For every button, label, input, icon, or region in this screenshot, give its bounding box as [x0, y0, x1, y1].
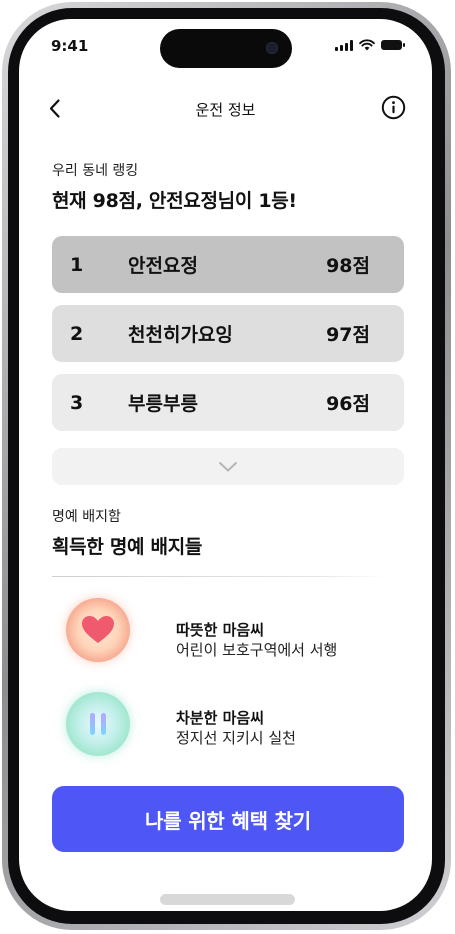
rank-name: 부릉부릉	[128, 393, 198, 415]
ranking-subtitle: 우리 동네 랭킹	[52, 163, 139, 179]
status-icons	[335, 39, 405, 51]
expand-ranking-button[interactable]	[52, 448, 404, 485]
section-divider	[52, 576, 387, 577]
wifi-icon	[359, 39, 375, 51]
app-screen: 9:41 운전 정보 우리 동네 랭킹 현재 98점, 안전요정님이 1등! 1…	[19, 19, 432, 911]
info-button[interactable]	[381, 95, 406, 120]
badge-title: 차분한 마음씨	[176, 709, 265, 727]
ranking-row[interactable]: 2 천천히가요잉 97점	[52, 305, 404, 362]
page-title: 운전 정보	[195, 101, 256, 119]
rank-number: 2	[70, 322, 84, 345]
badge-description: 어린이 보호구역에서 서행	[176, 641, 338, 659]
badge-calm-mind	[66, 692, 130, 756]
badge-title: 따뜻한 마음씨	[176, 621, 265, 639]
pause-icon	[90, 713, 106, 735]
find-benefits-button[interactable]: 나를 위한 혜택 찾기	[52, 786, 404, 852]
rank-name: 천천히가요잉	[128, 324, 233, 346]
rank-score: 98점	[326, 255, 370, 277]
badges-headline: 획득한 명예 배지들	[52, 536, 203, 558]
badge-description: 정지선 지키시 실천	[176, 729, 296, 747]
rank-score: 97점	[326, 324, 370, 346]
status-time: 9:41	[51, 37, 89, 55]
camera-icon	[266, 42, 278, 54]
battery-icon	[381, 40, 405, 50]
chevron-down-icon	[219, 461, 237, 471]
top-nav: 운전 정보	[19, 93, 432, 123]
badges-subtitle: 명예 배지함	[52, 509, 121, 525]
badge-warm-heart	[66, 598, 130, 662]
rank-number: 3	[70, 391, 84, 414]
signal-icon	[335, 39, 353, 51]
info-icon	[381, 95, 406, 120]
ranking-row[interactable]: 1 안전요정 98점	[52, 236, 404, 293]
dynamic-island	[160, 29, 292, 68]
home-indicator	[160, 894, 295, 905]
rank-number: 1	[70, 253, 84, 276]
rank-name: 안전요정	[128, 255, 198, 277]
ranking-headline: 현재 98점, 안전요정님이 1등!	[52, 190, 297, 212]
heart-icon	[82, 616, 114, 643]
ranking-row[interactable]: 3 부릉부릉 96점	[52, 374, 404, 431]
rank-score: 96점	[326, 393, 370, 415]
